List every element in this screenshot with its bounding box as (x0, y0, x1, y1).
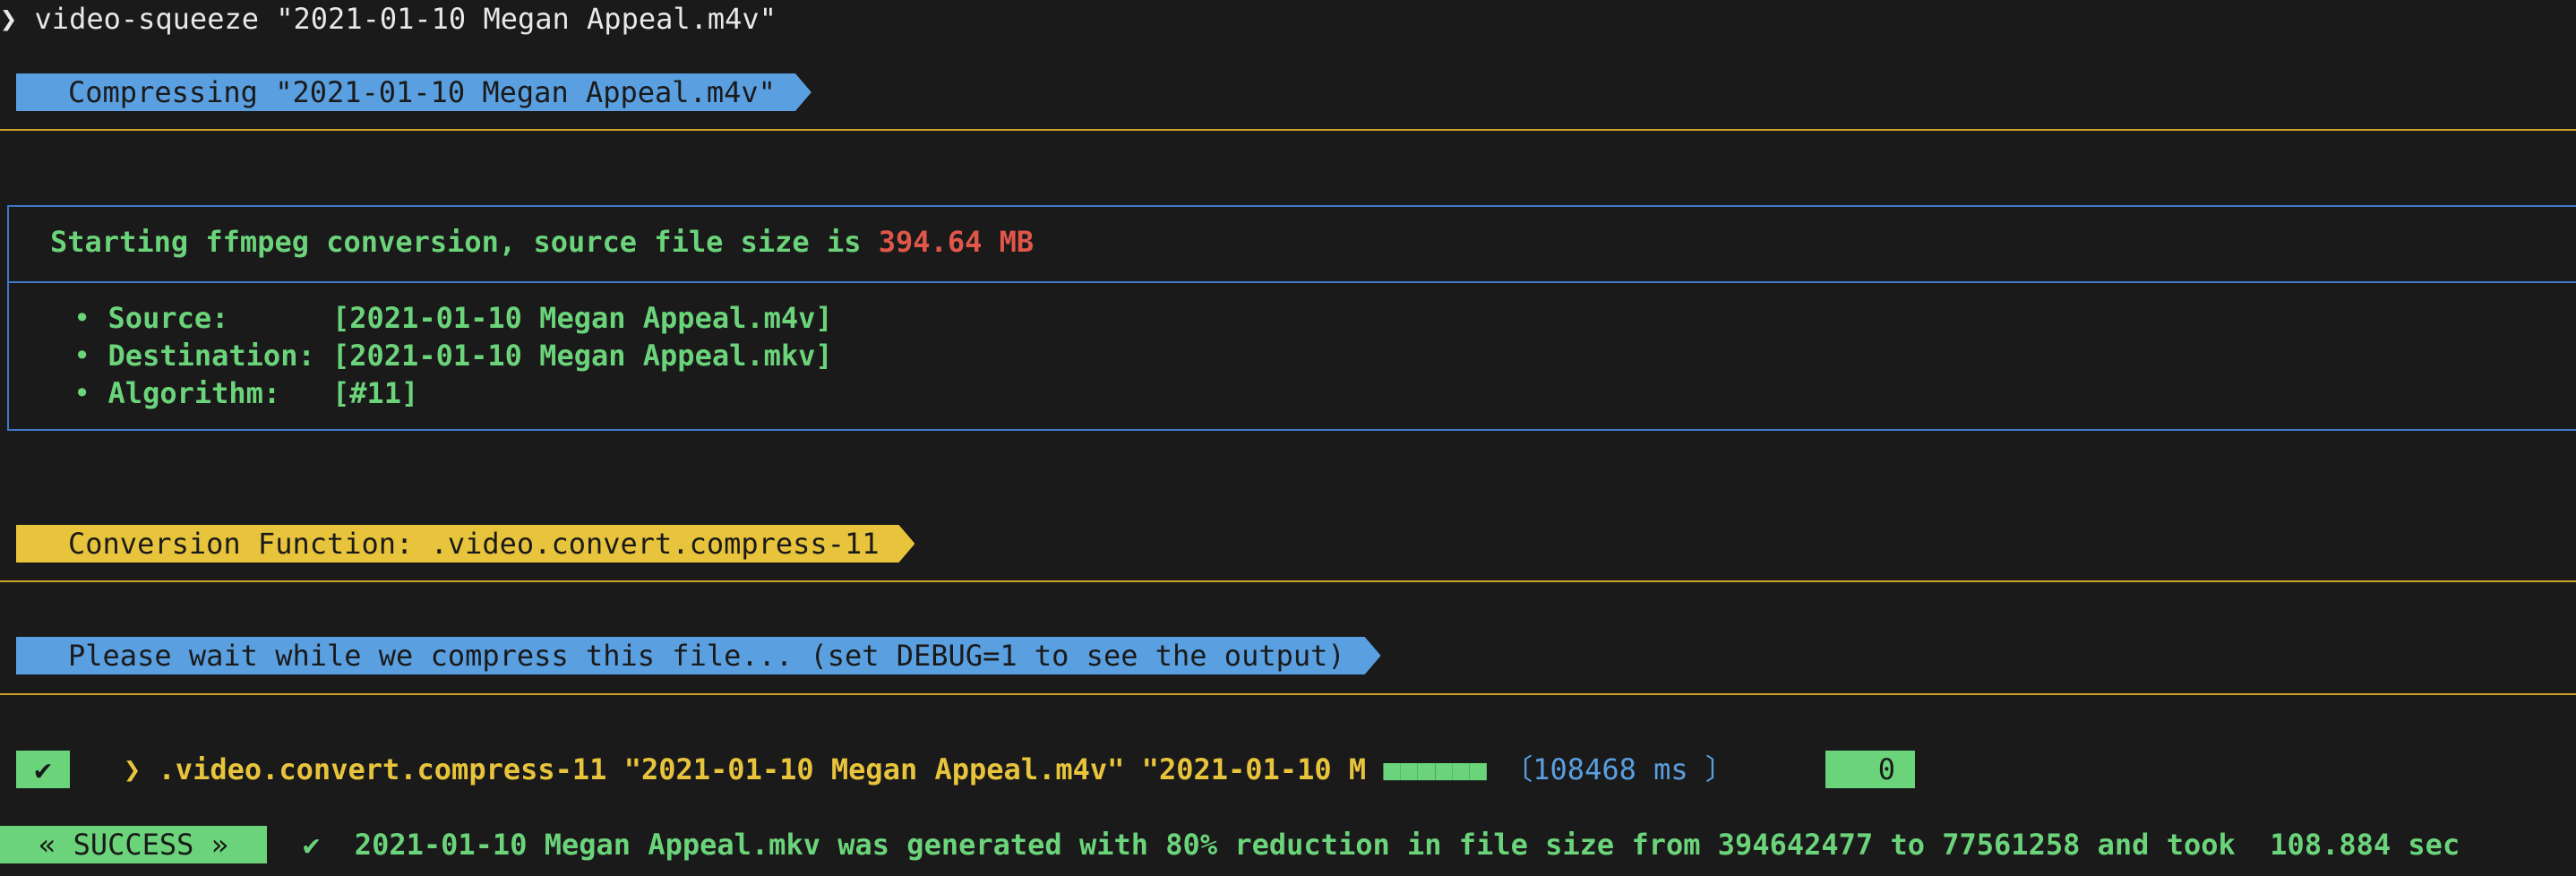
progress-indicator: ■■■■■■ (1383, 752, 1487, 786)
box-item-destination: • Destination: [2021-01-10 Megan Appeal.… (73, 337, 833, 374)
divider-2 (0, 580, 2576, 582)
result-check-icon: ✔ (303, 828, 321, 862)
compressing-banner: Compressing "2021-01-10 Megan Appeal.m4v… (16, 73, 811, 111)
box-divider (9, 281, 2576, 283)
please-wait-banner: Please wait while we compress this file.… (16, 637, 1381, 674)
box-item-value: [2021-01-10 Megan Appeal.m4v] (331, 301, 833, 335)
timing-bracket-close: 〕 (1704, 752, 1734, 786)
conversion-function-banner: Conversion Function: .video.convert.comp… (16, 525, 914, 563)
run-command: .video.convert.compress-11 "2021-01-10 M… (158, 752, 1367, 786)
box-heading-text: Starting ffmpeg conversion, source file … (50, 225, 879, 259)
box-heading: Starting ffmpeg conversion, source file … (50, 223, 1034, 261)
result-line: ✔ 2021-01-10 Megan Appeal.mkv was genera… (303, 826, 2460, 863)
result-message: 2021-01-10 Megan Appeal.mkv was generate… (354, 828, 2460, 862)
box-item-label: Source: (107, 301, 332, 335)
please-wait-text: Please wait while we compress this file.… (68, 639, 1345, 673)
run-chevron-icon: ❯ (124, 752, 142, 786)
prompt-line: ❯ video-squeeze "2021-01-10 Megan Appeal… (0, 0, 777, 38)
compressing-banner-text: Compressing "2021-01-10 Megan Appeal.m4v… (68, 75, 776, 109)
run-line: ❯ .video.convert.compress-11 "2021-01-10… (124, 751, 1734, 788)
bullet-icon: • (73, 376, 91, 410)
box-item-label: Algorithm: (107, 376, 332, 410)
box-item-value: [2021-01-10 Megan Appeal.mkv] (331, 339, 833, 373)
timing-value: 108468 ms (1533, 752, 1688, 786)
bullet-icon: • (73, 339, 91, 373)
divider-3 (0, 693, 2576, 695)
bullet-icon: • (73, 301, 91, 335)
prompt-chevron-icon: ❯ (0, 2, 18, 36)
conversion-info-box: Starting ffmpeg conversion, source file … (7, 205, 2576, 431)
box-item-algorithm: • Algorithm: [#11] (73, 374, 418, 412)
box-item-label: Destination: (107, 339, 332, 373)
conversion-function-text: Conversion Function: .video.convert.comp… (68, 527, 880, 561)
divider-1 (0, 129, 2576, 131)
source-file-size: 394.64 MB (878, 225, 1035, 259)
exit-code-badge: 0 (1825, 751, 1915, 788)
success-badge: « SUCCESS » (0, 826, 267, 863)
box-item-source: • Source: [2021-01-10 Megan Appeal.m4v] (73, 299, 833, 337)
check-icon: ✔ (16, 751, 70, 788)
box-item-value: [#11] (331, 376, 419, 410)
prompt-command: video-squeeze "2021-01-10 Megan Appeal.m… (34, 2, 777, 36)
timing-bracket-open: 〔 (1504, 752, 1533, 786)
